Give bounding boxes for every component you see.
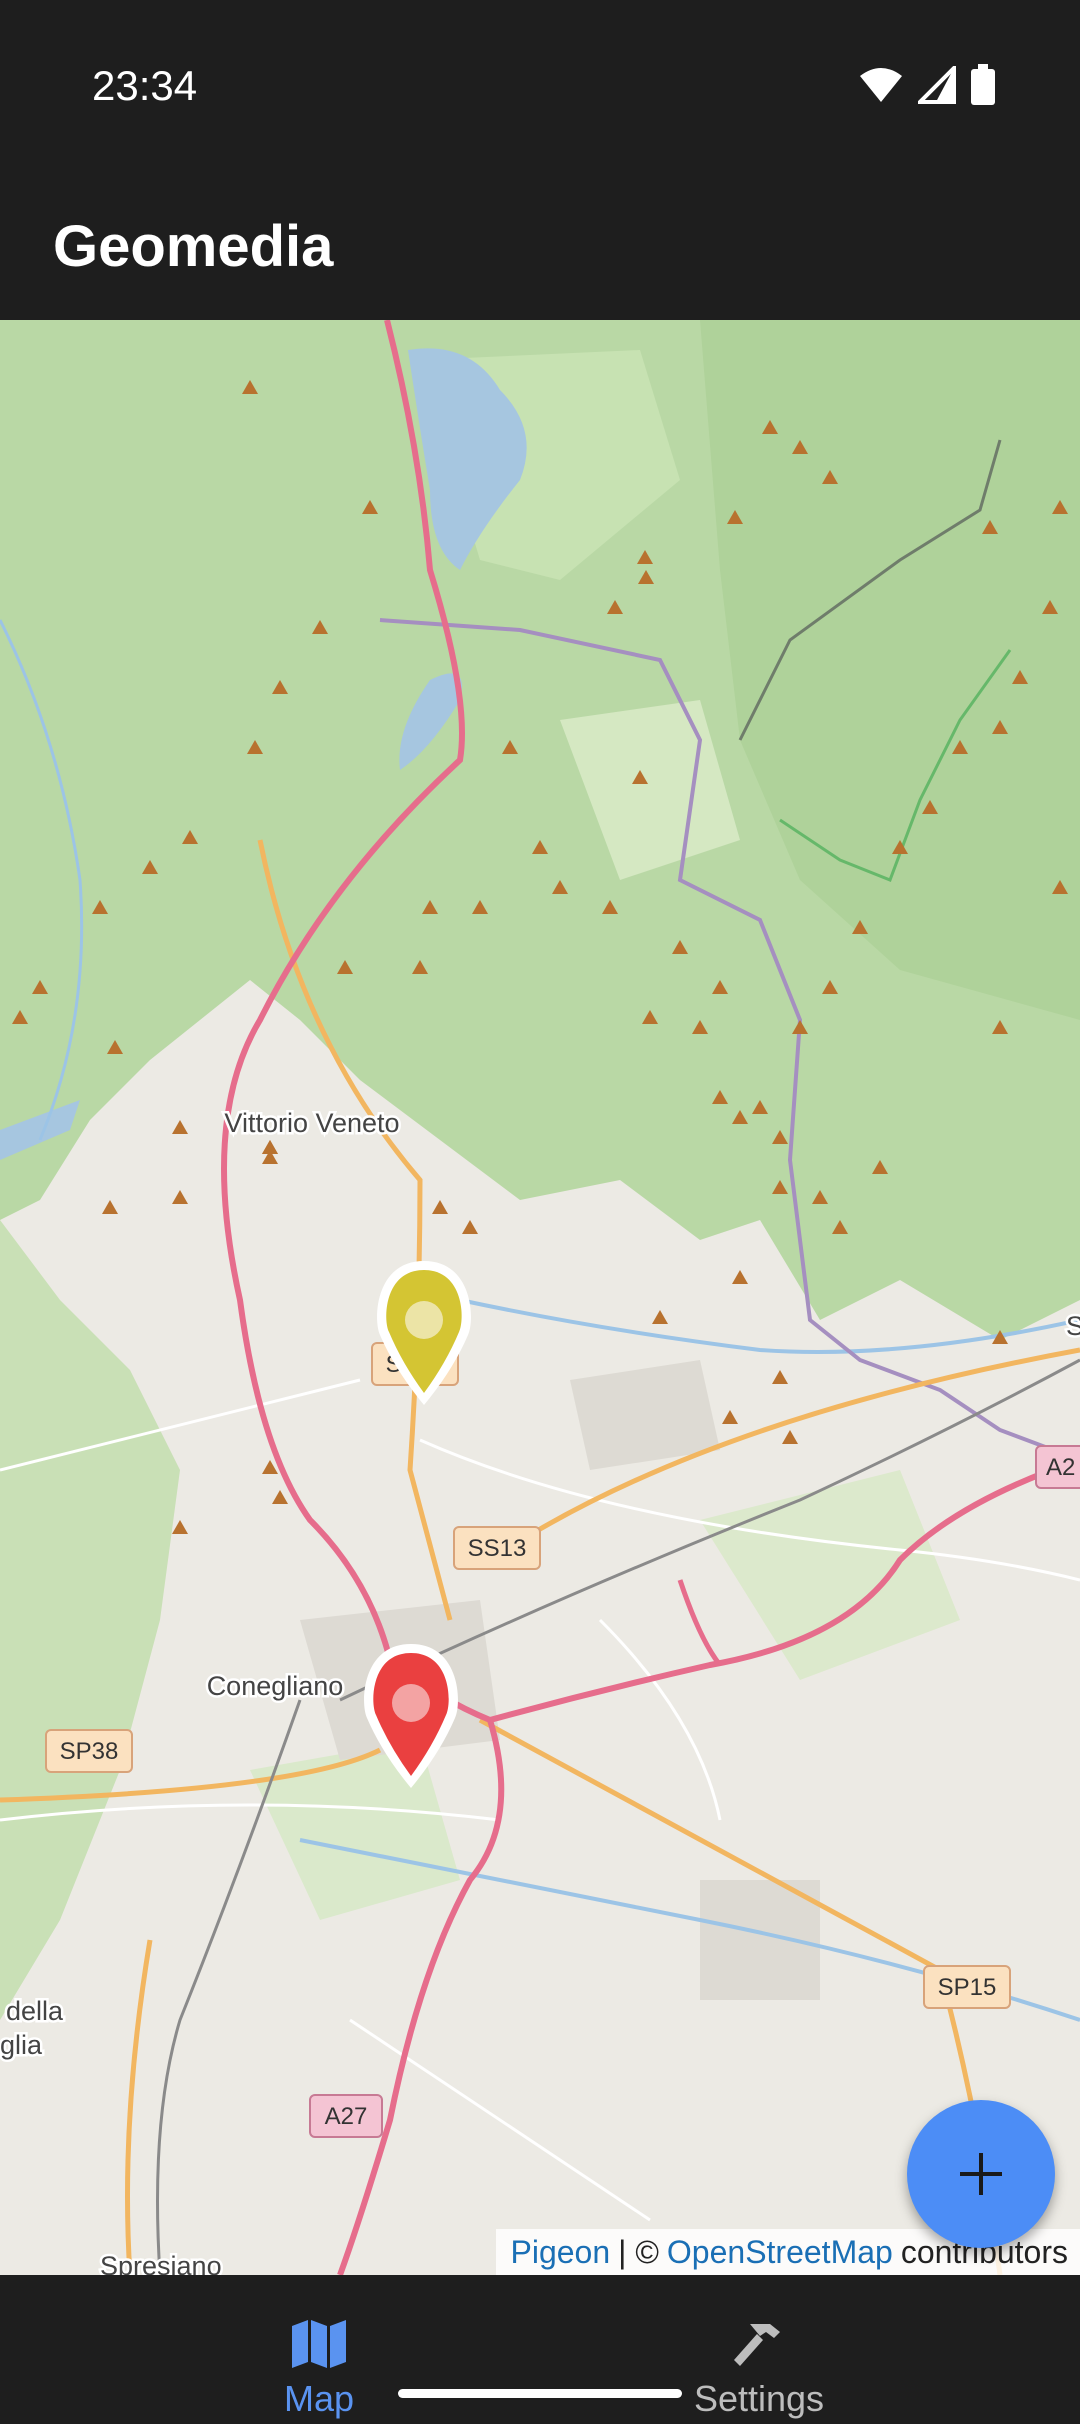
app-bar: Geomedia: [0, 175, 1080, 320]
status-icons: [858, 64, 996, 106]
attribution-separator: | ©: [618, 2233, 659, 2270]
plus-icon: [960, 2153, 1002, 2195]
signal-icon: [918, 66, 956, 104]
svg-text:A2: A2: [1046, 1454, 1075, 1481]
hammer-icon: [734, 2324, 780, 2366]
map-view[interactable]: Vittorio Veneto Conegliano della glia Sp…: [0, 320, 1080, 2275]
road-label-sp38: SP38: [45, 1729, 133, 1773]
map-tiles[interactable]: Vittorio Veneto Conegliano della glia Sp…: [0, 320, 1080, 2275]
svg-text:A27: A27: [325, 2103, 368, 2130]
nav-item-settings[interactable]: Settings: [659, 2275, 859, 2424]
svg-text:SP15: SP15: [938, 1974, 997, 2001]
place-label-spresiano: Spresiano: [100, 2251, 222, 2275]
status-bar: 23:34: [0, 0, 1080, 175]
road-label-a2: A2: [1035, 1445, 1080, 1489]
place-label-glia: glia: [0, 2030, 43, 2060]
place-label-della: della: [6, 1996, 64, 2026]
svg-text:SS13: SS13: [468, 1535, 527, 1562]
wifi-icon: [860, 68, 902, 102]
place-label-vittorio-veneto: Vittorio Veneto: [224, 1108, 399, 1138]
add-button[interactable]: [907, 2100, 1055, 2248]
pigeon-link[interactable]: Pigeon: [510, 2234, 610, 2271]
page-title: Geomedia: [53, 214, 334, 279]
nav-item-map[interactable]: Map: [219, 2275, 419, 2424]
nav-label-settings: Settings: [693, 2378, 825, 2419]
bottom-navigation: Map Settings: [0, 2275, 1080, 2424]
gesture-bar: [398, 2389, 682, 2398]
road-label-a27: A27: [309, 2094, 383, 2138]
place-label-conegliano: Conegliano: [207, 1671, 344, 1701]
openstreetmap-link[interactable]: OpenStreetMap: [667, 2234, 893, 2271]
place-label-s-edge: S: [1066, 1311, 1080, 1341]
nav-label-map: Map: [283, 2378, 355, 2419]
battery-icon: [971, 64, 995, 105]
road-label-ss13: SS13: [453, 1526, 541, 1570]
road-label-sp15: SP15: [923, 1965, 1011, 2009]
svg-text:SP38: SP38: [60, 1738, 119, 1765]
status-time: 23:34: [92, 62, 198, 109]
map-icon: [292, 2320, 346, 2368]
